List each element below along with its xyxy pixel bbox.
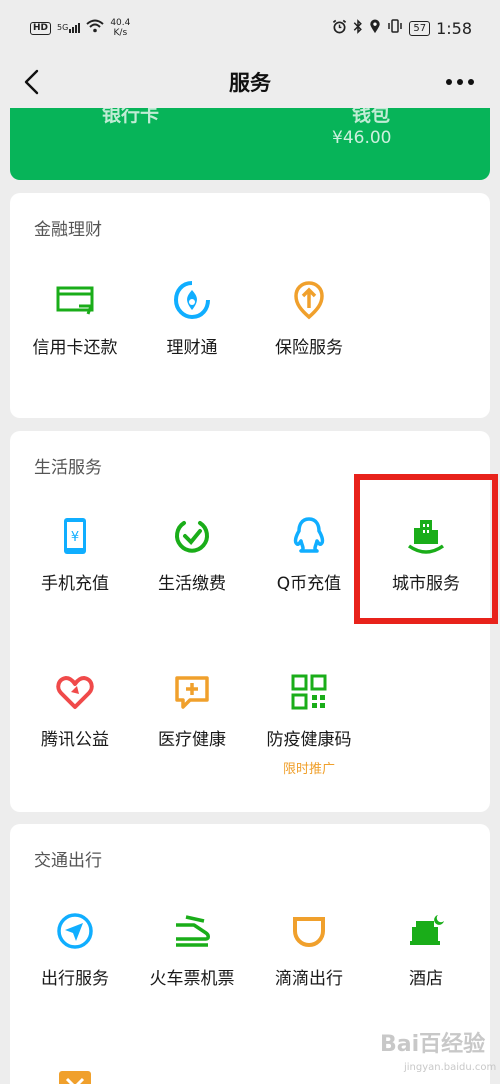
wallet-card[interactable]: 银行卡 钱包 ¥46.00 xyxy=(10,108,490,180)
hotel-button[interactable]: 酒店 xyxy=(367,910,485,989)
didi-label: 滴滴出行 xyxy=(275,969,343,989)
battery-indicator: 57 xyxy=(409,20,431,36)
phone-topup-label: 手机充值 xyxy=(41,574,109,594)
more-icon xyxy=(446,79,474,85)
hd-indicator: HD xyxy=(30,21,52,35)
qq-coin-button[interactable]: Q币充值 xyxy=(250,515,368,594)
section-title-transport: 交通出行 xyxy=(34,851,102,871)
svg-text:¥: ¥ xyxy=(71,530,79,545)
highlight-box xyxy=(354,474,498,624)
status-right: 57 1:58 xyxy=(332,19,472,38)
insurance-icon xyxy=(288,279,330,321)
nav-bar: 服务 xyxy=(0,56,500,108)
finance-section: 金融理财 信用卡还款 理财通 保险服务 xyxy=(10,193,490,418)
cell-signal-icon: 5G xyxy=(57,23,81,33)
clock: 1:58 xyxy=(436,18,472,38)
utility-bill-button[interactable]: 生活缴费 xyxy=(133,515,251,594)
travel-service-label: 出行服务 xyxy=(41,969,109,989)
navigation-icon xyxy=(54,910,96,952)
back-arrow-icon xyxy=(24,69,39,95)
watermark: Bai百经验 xyxy=(380,1032,486,1057)
back-button[interactable] xyxy=(16,66,48,98)
hotel-label: 酒店 xyxy=(409,969,443,989)
qq-coin-icon xyxy=(288,515,330,557)
didi-button[interactable]: 滴滴出行 xyxy=(250,910,368,989)
charity-button[interactable]: 腾讯公益 xyxy=(16,671,134,750)
hotel-icon xyxy=(405,910,447,952)
charity-label: 腾讯公益 xyxy=(41,730,109,750)
page-title: 服务 xyxy=(229,71,271,95)
status-bar: HD 5G 40.4 K/s 57 1:58 xyxy=(0,0,500,56)
didi-icon xyxy=(288,910,330,952)
phone-topup-button[interactable]: ¥ 手机充值 xyxy=(16,515,134,594)
wealth-icon xyxy=(171,279,213,321)
vibrate-icon xyxy=(387,19,403,37)
section-title-finance: 金融理财 xyxy=(34,220,102,240)
qr-code-icon xyxy=(288,671,330,713)
train-ticket-label: 火车票机票 xyxy=(149,969,235,989)
charity-icon xyxy=(54,671,96,713)
section-title-life: 生活服务 xyxy=(34,458,102,478)
train-icon xyxy=(171,910,213,952)
train-ticket-button[interactable]: 火车票机票 xyxy=(133,910,251,989)
medical-label: 医疗健康 xyxy=(158,730,226,750)
more-options-button[interactable] xyxy=(440,66,480,98)
health-code-label: 防疫健康码 xyxy=(266,730,352,750)
credit-card-repayment-button[interactable]: 信用卡还款 xyxy=(16,279,134,358)
wealth-label: 理财通 xyxy=(166,338,218,358)
status-left: HD 5G 40.4 K/s xyxy=(30,18,130,38)
wealth-button[interactable]: 理财通 xyxy=(133,279,251,358)
utility-bill-label: 生活缴费 xyxy=(158,574,226,594)
alarm-icon xyxy=(332,19,347,38)
insurance-label: 保险服务 xyxy=(275,338,343,358)
phone-topup-icon: ¥ xyxy=(54,515,96,557)
wallet-label: 钱包 xyxy=(352,108,391,126)
credit-card-icon xyxy=(54,279,96,321)
medical-button[interactable]: 医疗健康 xyxy=(133,671,251,750)
travel-service-button[interactable]: 出行服务 xyxy=(16,910,134,989)
medical-icon xyxy=(171,671,213,713)
promo-badge: 限时推广 xyxy=(282,762,335,777)
bank-card-label: 银行卡 xyxy=(102,108,160,126)
wallet-balance: ¥46.00 xyxy=(332,128,392,148)
more-travel-button[interactable] xyxy=(16,1064,134,1084)
bluetooth-icon xyxy=(353,18,363,38)
qq-coin-label: Q币充值 xyxy=(276,574,342,594)
utility-bill-icon xyxy=(171,515,213,557)
insurance-button[interactable]: 保险服务 xyxy=(250,279,368,358)
watermark-url: jingyan.baidu.com xyxy=(404,1062,497,1073)
speed-unit: K/s xyxy=(113,28,128,38)
wifi-icon xyxy=(86,19,104,37)
credit-card-repayment-label: 信用卡还款 xyxy=(32,338,118,358)
health-code-button[interactable]: 防疫健康码 限时推广 xyxy=(250,671,368,777)
network-speed: 40.4 K/s xyxy=(110,18,130,38)
signal-label: 5G xyxy=(57,23,69,32)
gift-icon xyxy=(54,1064,96,1084)
speed-value: 40.4 xyxy=(110,18,131,28)
location-icon xyxy=(369,18,381,38)
